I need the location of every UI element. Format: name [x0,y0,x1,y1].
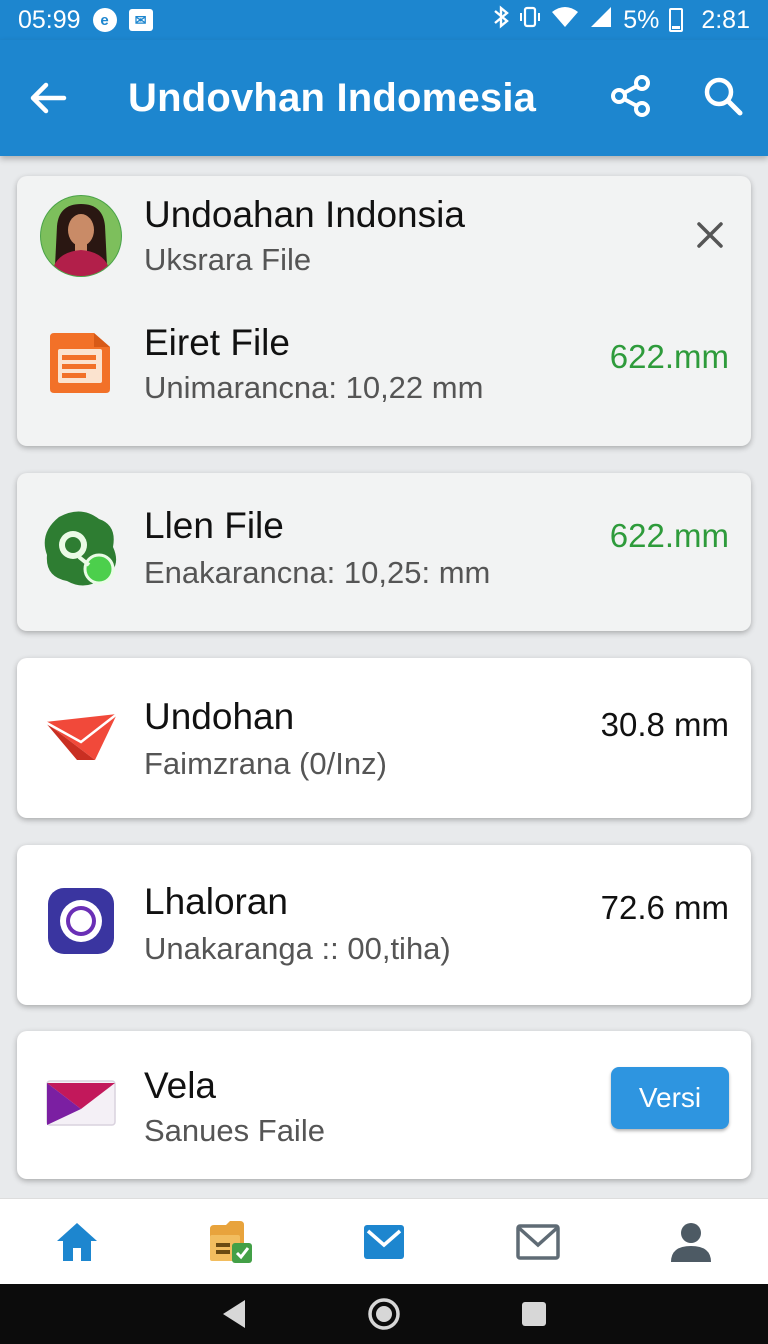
nav-home[interactable] [47,1212,107,1272]
app-bar: Undovhan Indomesia [0,40,768,156]
versi-button[interactable]: Versi [611,1067,729,1129]
file-name: Vela [144,1065,217,1106]
system-recents-button[interactable] [514,1294,554,1334]
signal-icon [589,5,613,36]
folder-icon [210,1220,253,1263]
green-blob-icon [39,507,123,591]
wifi-icon [551,5,579,36]
mail-notification-icon: ✉ [128,9,153,31]
file-size: 72.6 mm [600,889,729,926]
system-home-button[interactable] [364,1294,404,1334]
back-button[interactable] [24,74,72,122]
file-subtitle: Enakarancna: 10,25: mm [144,555,491,590]
vibrate-icon [519,5,541,36]
nav-mail[interactable] [508,1212,568,1272]
file-card[interactable]: Lhaloran Unakaranga :: 00,tiha) 72.6 mm [17,845,751,1005]
nav-profile[interactable] [661,1212,721,1272]
file-card[interactable]: Undohan Faimzrana (0/Inz) 30.8 mm [17,658,751,818]
file-size: 30.8 mm [600,706,729,743]
status-bar: 05:99 e ✉ 5% 2:81 [0,0,768,40]
avatar [39,194,123,278]
search-button[interactable] [702,75,744,122]
status-time-left: 05:99 [18,5,81,34]
header-subtitle: Uksrara File [144,242,312,277]
search-icon [704,77,743,115]
arrow-left-icon [30,82,67,114]
file-subtitle: Unakaranga :: 00,tiha) [144,931,451,966]
recents-icon [522,1302,546,1326]
header-name: Undoahan Indonsia [144,194,465,235]
system-back-button[interactable] [214,1294,254,1334]
home-circle-icon [368,1298,400,1330]
file-card[interactable]: Llen File Enakarancna: 10,25: mm 622.mm [17,473,751,631]
file-subtitle: Unimarancna: 10,22 mm [144,370,484,405]
mail-icon [515,1223,560,1260]
notification-icon: e [92,8,117,32]
file-card[interactable]: Vela Sanues Faile Versi [17,1031,751,1179]
header-row[interactable]: Undoahan Indonsia Uksrara File [17,176,751,294]
profile-icon [671,1222,712,1262]
bluetooth-icon [493,5,510,35]
file-size: 622.mm [609,517,729,554]
file-size: 622.mm [609,338,729,375]
battery-text: 5% [623,5,660,34]
file-name: Lhaloran [144,881,289,922]
share-button[interactable] [610,74,652,122]
red-envelope-icon [39,694,123,778]
home-icon [56,1222,97,1261]
file-subtitle: Sanues Faile [144,1113,325,1148]
bottom-nav [0,1198,768,1284]
file-subtitle: Faimzrana (0/Inz) [144,746,387,781]
file-name: Llen File [144,505,284,546]
status-clock: 2:81 [701,5,750,34]
back-icon [223,1300,245,1328]
document-icon [39,320,123,404]
file-name: Undohan [144,696,295,737]
close-button[interactable] [687,212,733,258]
pink-envelope-icon [39,1061,123,1145]
system-nav-bar [0,1284,768,1344]
close-icon [697,222,723,248]
file-name: Eiret File [144,322,290,363]
page-title: Undovhan Indomesia [128,75,537,120]
battery-icon [669,8,684,32]
purple-ring-icon [39,879,123,963]
nav-files[interactable] [200,1212,260,1272]
nav-inbox[interactable] [354,1212,414,1272]
file-card-group: Undoahan Indonsia Uksrara File Eiret Fil… [17,176,751,446]
inbox-icon [363,1224,404,1259]
share-icon [611,74,650,117]
file-row[interactable]: Eiret File Unimarancna: 10,22 mm 622.mm [17,302,751,432]
